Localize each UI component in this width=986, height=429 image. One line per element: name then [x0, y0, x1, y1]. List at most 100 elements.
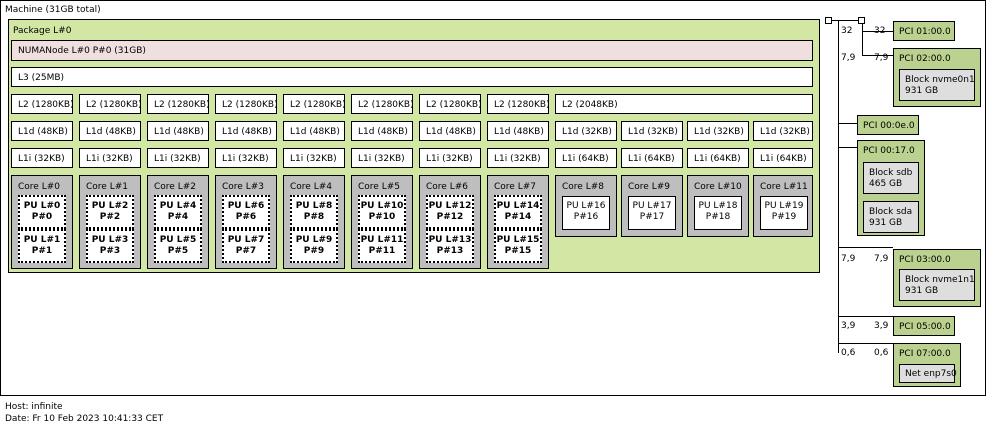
block-device-size: 465 GB	[869, 179, 903, 189]
block-device-box: Block nvme1n1 931 GB	[899, 269, 975, 301]
core-box: Core L#3 PU L#6 P#6 PU L#7 P#7	[215, 175, 277, 269]
pu-box: PU L#12 P#12	[426, 195, 474, 229]
l1i-cache-label: L1i (64KB)	[628, 154, 675, 164]
core-box: Core L#7 PU L#14 P#14 PU L#15 P#15	[487, 175, 549, 269]
l1d-cache: L1d (48KB)	[215, 121, 277, 141]
bandwidth-label: 3,9	[841, 321, 856, 331]
date-label: Date: Fr 10 Feb 2023 10:41:33 CET	[5, 414, 164, 424]
pu-box: PU L#17 P#17	[628, 196, 676, 230]
connector-line	[838, 343, 893, 344]
l3-cache-label: L3 (25MB)	[18, 73, 65, 83]
block-device-name: Block nvme0n1	[905, 75, 975, 85]
l1d-cache: L1d (32KB)	[621, 121, 683, 141]
l2-cache: L2 (2048KB)	[555, 94, 813, 114]
core-label: Core L#10	[694, 182, 742, 192]
pci-device-box: PCI 05:00.0	[893, 316, 955, 336]
connector-line	[838, 247, 893, 248]
block-device-size: 931 GB	[905, 86, 939, 96]
connector-line	[862, 24, 863, 55]
bandwidth-label: 0,6	[841, 348, 856, 358]
host-label: Host: infinite	[5, 402, 63, 412]
l1i-cache-label: L1i (32KB)	[154, 154, 201, 164]
pu-box: PU L#2 P#2	[86, 195, 134, 229]
l2-cache-label: L2 (1280KB)	[18, 100, 74, 110]
core-box: Core L#1 PU L#2 P#2 PU L#3 P#3	[79, 175, 141, 269]
bandwidth-label: 32	[841, 26, 853, 36]
pu-box: PU L#3 P#3	[86, 229, 134, 263]
l1d-cache-label: L1d (48KB)	[290, 127, 340, 137]
bandwidth-label: 7,9	[874, 53, 889, 63]
l1i-cache: L1i (32KB)	[79, 148, 141, 168]
l1d-cache-label: L1d (48KB)	[426, 127, 476, 137]
l1d-cache-label: L1d (32KB)	[694, 127, 744, 137]
l2-cache-label: L2 (1280KB)	[290, 100, 346, 110]
connector-line	[832, 20, 858, 21]
core-label: Core L#11	[760, 182, 808, 192]
l1d-cache-label: L1d (32KB)	[628, 127, 678, 137]
l1i-cache: L1i (64KB)	[621, 148, 683, 168]
l1i-cache-label: L1i (64KB)	[562, 154, 609, 164]
core-label: Core L#8	[562, 182, 604, 192]
pu-box: PU L#5 P#5	[154, 229, 202, 263]
pci-device-box: PCI 07:00.0 Net enp7s0	[893, 343, 961, 387]
pu-box: PU L#15 P#15	[494, 229, 542, 263]
block-device-size: 931 GB	[905, 286, 939, 296]
l2-cache: L2 (1280KB)	[79, 94, 142, 114]
l1d-cache: L1d (48KB)	[283, 121, 345, 141]
l2-cache: L2 (1280KB)	[215, 94, 278, 114]
pu-box: PU L#11 P#11	[358, 229, 406, 263]
block-device-box: Block sdb 465 GB	[863, 162, 919, 194]
block-device-box: Block nvme0n1 931 GB	[899, 69, 975, 101]
core-label: Core L#3	[222, 182, 264, 192]
l1i-cache-label: L1i (32KB)	[494, 154, 541, 164]
pci-device-label: PCI 01:00.0	[899, 27, 951, 37]
l1i-cache: L1i (32KB)	[351, 148, 413, 168]
l1d-cache-label: L1d (32KB)	[562, 127, 612, 137]
bandwidth-label: 32	[874, 26, 886, 36]
l1d-cache: L1d (32KB)	[753, 121, 813, 141]
l1d-cache-label: L1d (48KB)	[18, 127, 68, 137]
l2-cache-label: L2 (1280KB)	[358, 100, 414, 110]
l2-cache: L2 (1280KB)	[419, 94, 482, 114]
l1d-cache: L1d (48KB)	[487, 121, 549, 141]
connector-line	[838, 147, 857, 148]
core-label: Core L#2	[154, 182, 196, 192]
connector-line	[838, 123, 857, 124]
pu-box: PU L#19 P#19	[760, 196, 808, 230]
pu-box: PU L#7 P#7	[222, 229, 270, 263]
pu-box: PU L#0 P#0	[18, 195, 66, 229]
pu-box: PU L#1 P#1	[18, 229, 66, 263]
l2-cache: L2 (1280KB)	[11, 94, 74, 114]
l1i-cache-label: L1i (32KB)	[358, 154, 405, 164]
l1i-cache: L1i (32KB)	[487, 148, 549, 168]
pci-device-label: PCI 00:0e.0	[863, 121, 915, 131]
pu-box: PU L#8 P#8	[290, 195, 338, 229]
block-device-size: 931 GB	[869, 218, 903, 228]
l1d-cache: L1d (32KB)	[555, 121, 617, 141]
network-device-name: Net enp7s0	[905, 369, 957, 379]
bandwidth-label: 7,9	[841, 53, 856, 63]
pci-device-box: PCI 03:00.0 Block nvme1n1 931 GB	[893, 249, 981, 307]
connector-line	[838, 316, 893, 317]
l2-cache: L2 (1280KB)	[351, 94, 414, 114]
l2-cache-label: L2 (1280KB)	[86, 100, 142, 110]
pci-device-label: PCI 05:00.0	[899, 322, 951, 332]
l1i-cache: L1i (64KB)	[555, 148, 617, 168]
l1d-cache: L1d (48KB)	[419, 121, 481, 141]
l2-cache-label: L2 (1280KB)	[426, 100, 482, 110]
core-label: Core L#9	[628, 182, 670, 192]
core-box: Core L#8 PU L#16 P#16	[555, 175, 617, 237]
l1d-cache-label: L1d (48KB)	[154, 127, 204, 137]
pci-device-box: PCI 01:00.0	[893, 21, 955, 41]
core-label: Core L#4	[290, 182, 332, 192]
bridge-square	[858, 17, 865, 24]
core-label: Core L#5	[358, 182, 400, 192]
l1i-cache-label: L1i (32KB)	[18, 154, 65, 164]
l1i-cache: L1i (32KB)	[147, 148, 209, 168]
network-device-box: Net enp7s0	[899, 364, 957, 383]
core-label: Core L#7	[494, 182, 536, 192]
l2-cache-label: L2 (1280KB)	[494, 100, 550, 110]
numa-node-label: NUMANode L#0 P#0 (31GB)	[18, 46, 146, 56]
l1d-cache: L1d (48KB)	[11, 121, 73, 141]
bandwidth-label: 7,9	[874, 254, 889, 264]
